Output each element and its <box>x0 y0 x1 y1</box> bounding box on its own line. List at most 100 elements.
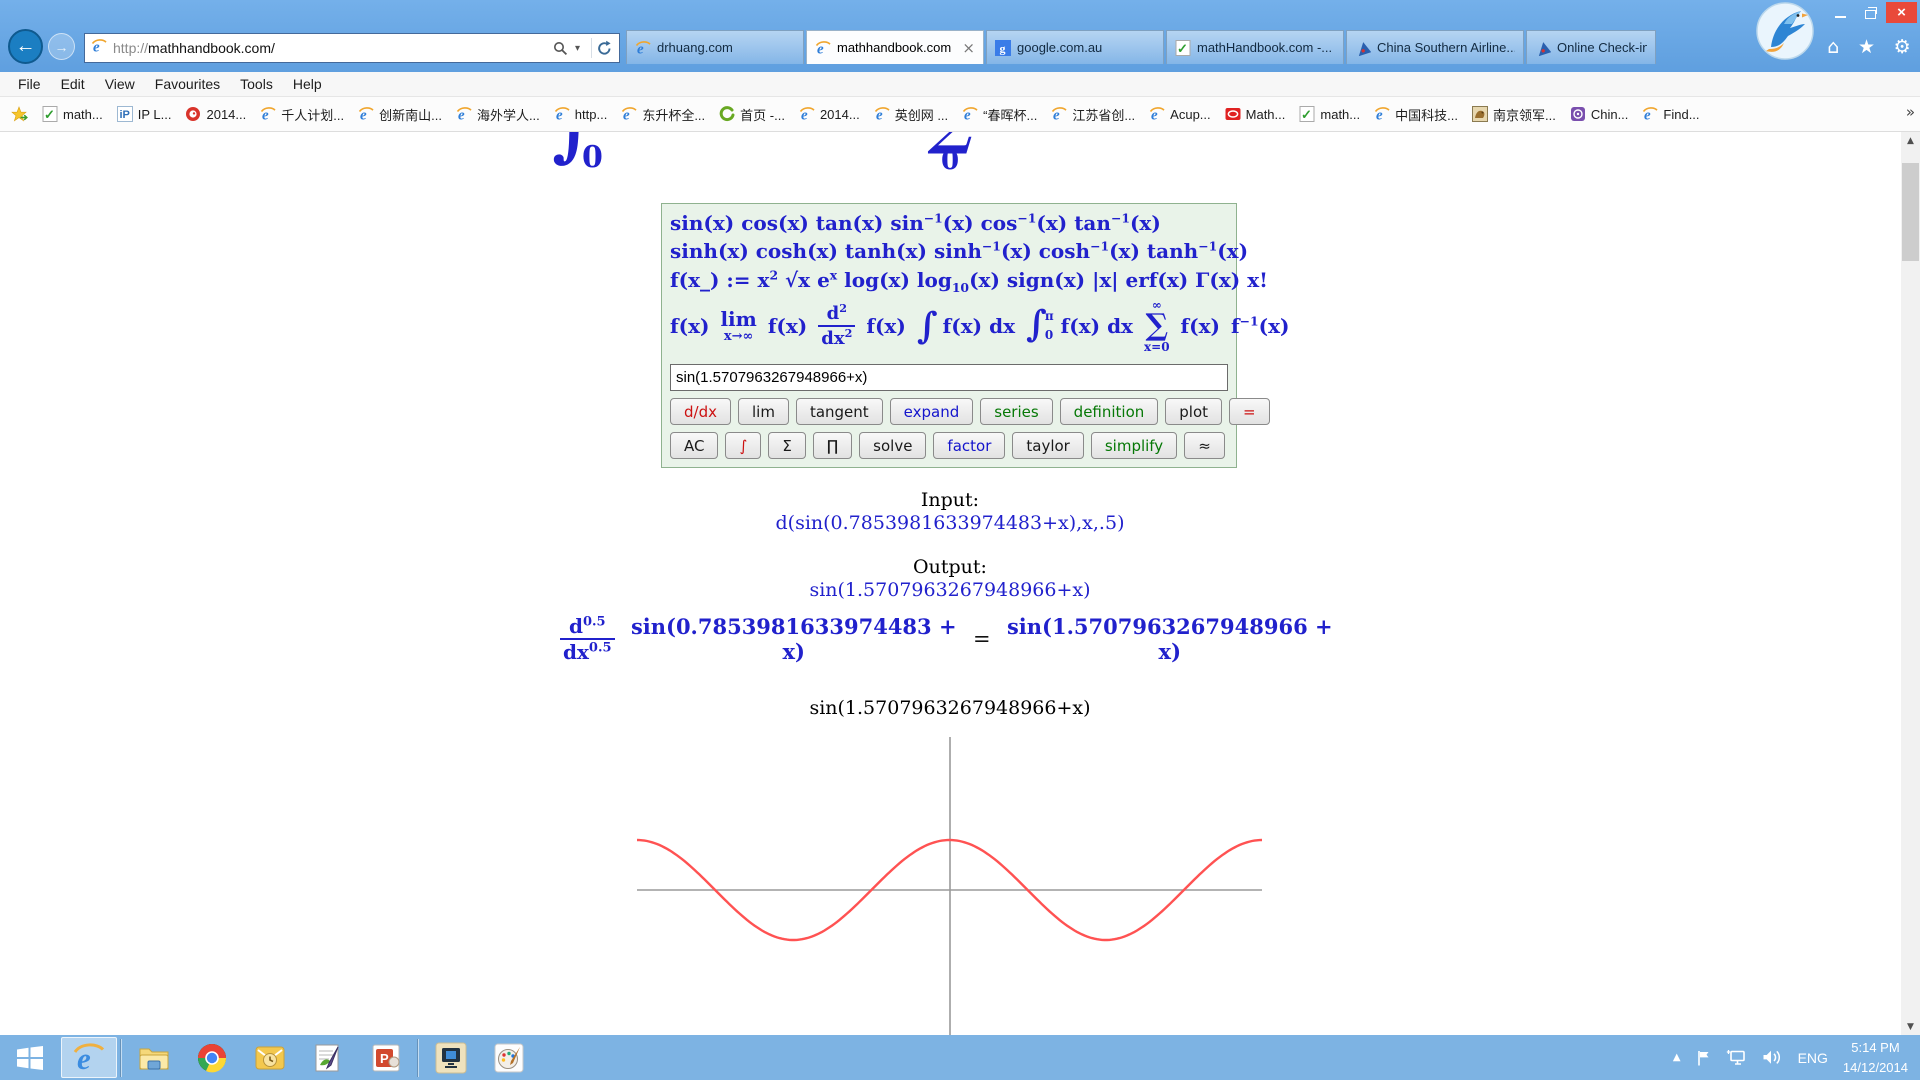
favorite-item[interactable]: ✓math... <box>35 102 110 127</box>
favorite-item[interactable]: 首页 -... <box>712 102 792 127</box>
expression-input[interactable] <box>670 364 1228 391</box>
cas-button--[interactable]: ≈ <box>1184 432 1225 459</box>
tab-close-icon[interactable]: × <box>962 39 975 57</box>
action-center-flag-icon[interactable] <box>1696 1049 1711 1067</box>
cas-button-d-dx[interactable]: d/dx <box>670 398 731 425</box>
search-icon[interactable] <box>553 41 568 56</box>
cas-button--[interactable]: ∫ <box>725 432 761 459</box>
favorite-item[interactable]: e“春晖杯... <box>955 102 1044 127</box>
tab-favicon-ie-icon: e <box>815 40 831 56</box>
menu-item-favourites[interactable]: Favourites <box>145 76 230 92</box>
misc-functions-row[interactable]: f(x_) := x2 √x ex log(x) log10(x) sign(x… <box>670 266 1228 297</box>
forward-button[interactable]: → <box>48 33 75 60</box>
minimize-button[interactable] <box>1826 2 1855 23</box>
cas-button-simplify[interactable]: simplify <box>1091 432 1177 459</box>
favorite-item[interactable]: eFind... <box>1635 102 1706 127</box>
favorite-item[interactable]: 2014... <box>178 102 253 127</box>
fx-plain[interactable]: f(x) <box>670 312 709 340</box>
language-indicator[interactable]: ENG <box>1798 1050 1828 1066</box>
close-button[interactable]: × <box>1886 2 1917 23</box>
favorite-item[interactable]: e英创网 ... <box>867 102 955 127</box>
tab-google.com.au[interactable]: ggoogle.com.au <box>986 30 1164 64</box>
taskbar-app-file-explorer[interactable] <box>126 1037 182 1078</box>
cas-button-lim[interactable]: lim <box>738 398 789 425</box>
summation-operator[interactable]: ∞∑x=0 <box>1144 299 1170 353</box>
favorite-item[interactable]: ehttp... <box>547 102 615 127</box>
favorite-item[interactable]: iPIP L... <box>110 102 179 127</box>
trig-functions-row[interactable]: sin(x) cos(x) tan(x) sin−1(x) cos−1(x) t… <box>670 209 1228 237</box>
cas-button--[interactable]: Σ <box>768 432 805 459</box>
cas-button--[interactable]: = <box>1229 398 1270 425</box>
cas-button-tangent[interactable]: tangent <box>796 398 883 425</box>
start-button[interactable] <box>0 1035 60 1080</box>
tab-online-check-in[interactable]: Online Check-in <box>1526 30 1656 64</box>
svg-text:P: P <box>380 1051 389 1066</box>
favorite-item[interactable]: e中国科技... <box>1367 102 1465 127</box>
favorites-overflow-chevron[interactable]: » <box>1906 103 1915 121</box>
favorite-item[interactable]: e创新南山... <box>351 102 449 127</box>
purple-icon <box>1570 106 1586 122</box>
scroll-up-icon[interactable]: ▲ <box>1901 132 1920 149</box>
function-plot[interactable] <box>637 737 1262 1035</box>
scrollbar-thumb[interactable] <box>1902 163 1919 261</box>
favorite-item[interactable]: 南京领军... <box>1465 102 1563 127</box>
tab-drhuang.com[interactable]: edrhuang.com <box>626 30 804 64</box>
favorite-item[interactable]: e海外学人... <box>449 102 547 127</box>
menu-item-edit[interactable]: Edit <box>51 76 95 92</box>
settings-gear-icon[interactable]: ⚙ <box>1894 38 1911 57</box>
cas-button-expand[interactable]: expand <box>890 398 974 425</box>
favorite-item[interactable]: e江苏省创... <box>1044 102 1142 127</box>
limit-operator[interactable]: limx→∞ <box>720 309 756 343</box>
add-favorite-icon[interactable] <box>6 106 35 123</box>
hyperbolic-functions-row[interactable]: sinh(x) cosh(x) tanh(x) sinh−1(x) cosh−1… <box>670 237 1228 265</box>
menu-item-tools[interactable]: Tools <box>230 76 283 92</box>
tab-mathhandbook.com[interactable]: emathhandbook.com× <box>806 30 984 64</box>
taskbar-app-internet-explorer[interactable]: e <box>61 1037 117 1078</box>
home-icon[interactable]: ⌂ <box>1827 38 1839 57</box>
favorites-star-icon[interactable]: ★ <box>1858 38 1875 57</box>
cas-button--[interactable]: ∏ <box>813 432 852 459</box>
taskbar-app-editplus[interactable] <box>300 1037 356 1078</box>
favorite-item[interactable]: ✓math... <box>1292 102 1367 127</box>
network-icon[interactable] <box>1726 1049 1747 1066</box>
restore-button[interactable] <box>1856 2 1885 23</box>
clock[interactable]: 5:14 PM 14/12/2014 <box>1843 1038 1908 1077</box>
calculus-operators-row[interactable]: f(x) limx→∞ f(x) d2dx2 f(x) ∫ f(x) dx ∫ … <box>670 296 1228 356</box>
cas-button-plot[interactable]: plot <box>1165 398 1222 425</box>
menu-item-view[interactable]: View <box>95 76 145 92</box>
favorite-item[interactable]: e2014... <box>792 102 867 127</box>
url-text[interactable]: http://mathhandbook.com/ <box>113 40 275 56</box>
taskbar-app-powerpoint[interactable]: P <box>358 1037 414 1078</box>
definite-integral-operator[interactable]: ∫ π0 <box>1026 306 1054 346</box>
cas-button-factor[interactable]: factor <box>933 432 1005 459</box>
back-button[interactable]: ← <box>8 29 43 64</box>
cas-button-solve[interactable]: solve <box>859 432 926 459</box>
menu-item-file[interactable]: File <box>8 76 51 92</box>
tab-mathhandbook.com-...[interactable]: ✓mathHandbook.com -... <box>1166 30 1344 64</box>
favorite-item[interactable]: e东升杯全... <box>614 102 712 127</box>
cas-button-series[interactable]: series <box>980 398 1052 425</box>
indefinite-integral-operator[interactable]: ∫ <box>917 308 938 344</box>
taskbar-app-outlook[interactable] <box>242 1037 298 1078</box>
inverse-function-operator[interactable]: f−1(x) <box>1231 312 1289 340</box>
favorite-item[interactable]: Math... <box>1218 102 1293 127</box>
second-derivative-operator[interactable]: d2dx2 <box>818 303 855 349</box>
vertical-scrollbar[interactable]: ▲ ▼ <box>1901 132 1920 1035</box>
cas-button-ac[interactable]: AC <box>670 432 718 459</box>
taskbar-app-paint[interactable] <box>481 1037 537 1078</box>
tab-china-southern-airline...[interactable]: China Southern Airline... <box>1346 30 1524 64</box>
refresh-icon[interactable] <box>596 40 613 57</box>
scroll-down-icon[interactable]: ▼ <box>1901 1018 1920 1035</box>
favorite-item[interactable]: eAcup... <box>1142 102 1217 127</box>
favorite-item[interactable]: e千人计划... <box>253 102 351 127</box>
tray-expand-icon[interactable]: ▲ <box>1673 1052 1681 1063</box>
volume-icon[interactable] <box>1762 1049 1783 1066</box>
search-dropdown-caret-icon[interactable]: ▾ <box>575 43 580 54</box>
cas-button-definition[interactable]: definition <box>1060 398 1159 425</box>
taskbar-app-chrome[interactable] <box>184 1037 240 1078</box>
cas-button-taylor[interactable]: taylor <box>1012 432 1083 459</box>
address-bar[interactable]: e http://mathhandbook.com/ ▾ <box>84 33 620 63</box>
taskbar-app-remote-desktop[interactable] <box>423 1037 479 1078</box>
favorite-item[interactable]: Chin... <box>1563 102 1636 127</box>
menu-item-help[interactable]: Help <box>283 76 332 92</box>
